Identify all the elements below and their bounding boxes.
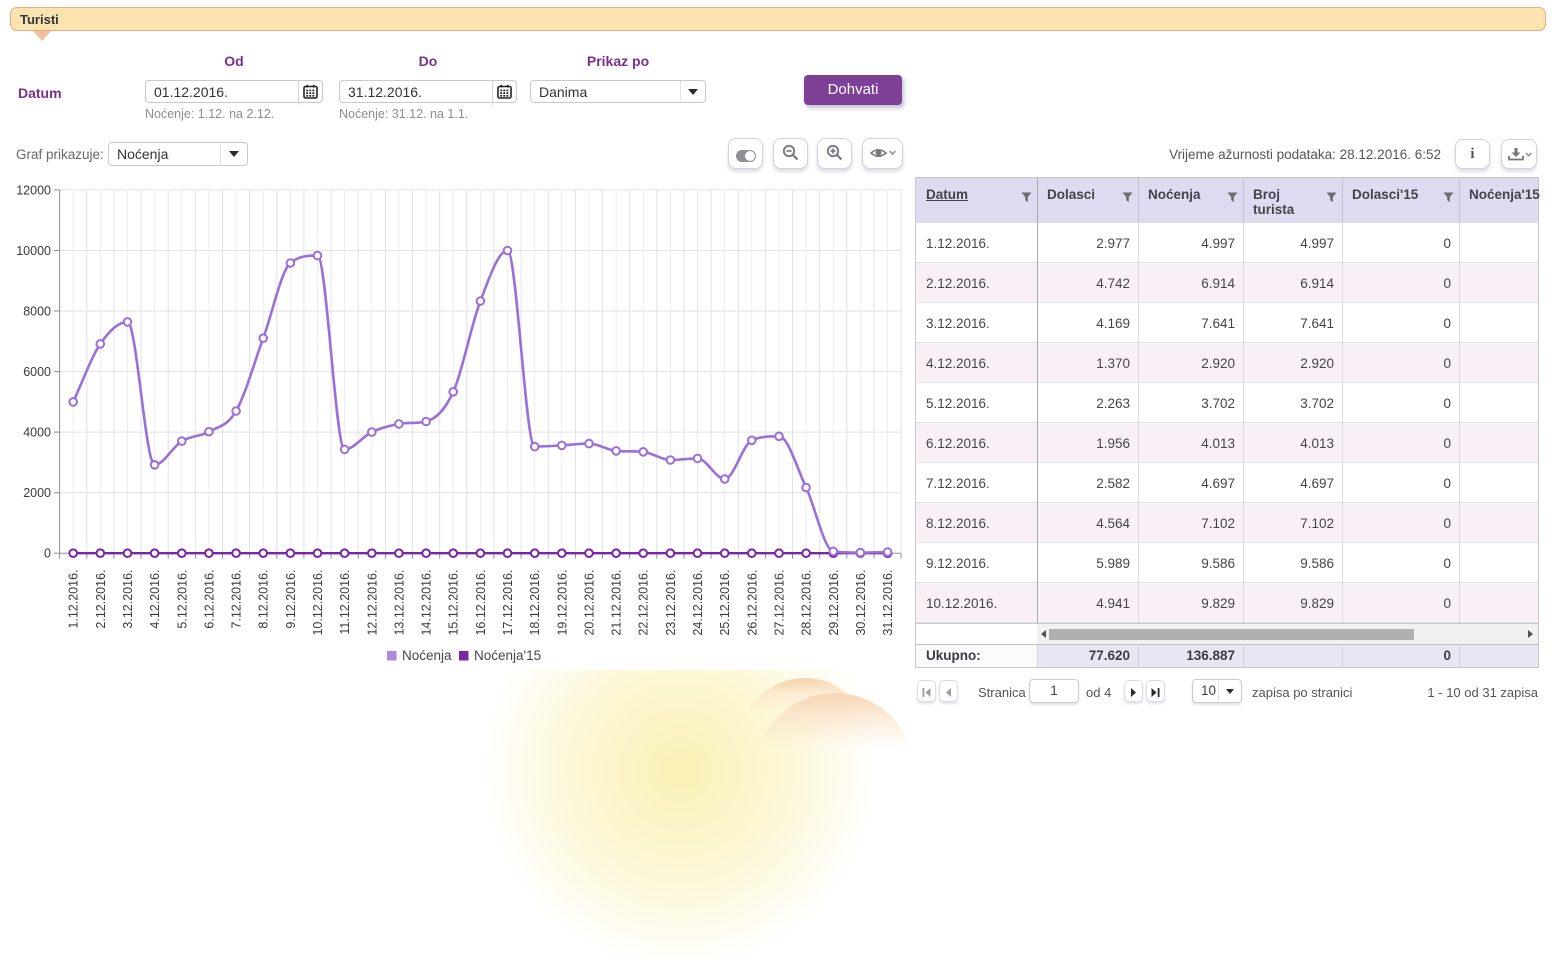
- svg-text:6.12.2016.: 6.12.2016.: [202, 570, 216, 629]
- svg-text:18.12.2016.: 18.12.2016.: [528, 570, 542, 636]
- svg-text:26.12.2016.: 26.12.2016.: [745, 570, 759, 636]
- svg-text:1.12.2016.: 1.12.2016.: [67, 570, 81, 629]
- svg-text:15.12.2016.: 15.12.2016.: [447, 570, 461, 636]
- svg-text:10.12.2016.: 10.12.2016.: [311, 570, 325, 636]
- svg-text:2000: 2000: [23, 486, 51, 500]
- svg-text:14.12.2016.: 14.12.2016.: [420, 570, 434, 636]
- svg-text:21.12.2016.: 21.12.2016.: [610, 570, 624, 636]
- svg-text:8000: 8000: [23, 305, 51, 319]
- svg-text:10000: 10000: [16, 244, 51, 258]
- svg-text:27.12.2016.: 27.12.2016.: [773, 570, 787, 636]
- svg-text:11.12.2016.: 11.12.2016.: [338, 570, 352, 635]
- svg-text:12.12.2016.: 12.12.2016.: [365, 570, 379, 636]
- svg-text:20.12.2016.: 20.12.2016.: [583, 570, 597, 636]
- svg-text:16.12.2016.: 16.12.2016.: [474, 570, 488, 636]
- svg-text:2.12.2016.: 2.12.2016.: [94, 570, 108, 629]
- svg-text:22.12.2016.: 22.12.2016.: [637, 570, 651, 636]
- svg-text:25.12.2016.: 25.12.2016.: [718, 570, 732, 636]
- svg-text:28.12.2016.: 28.12.2016.: [800, 570, 814, 636]
- svg-text:19.12.2016.: 19.12.2016.: [555, 570, 569, 636]
- svg-text:Noćenja'15: Noćenja'15: [474, 648, 541, 663]
- svg-text:12000: 12000: [16, 183, 51, 197]
- svg-text:17.12.2016.: 17.12.2016.: [501, 570, 515, 636]
- svg-text:8.12.2016.: 8.12.2016.: [257, 570, 271, 629]
- svg-text:13.12.2016.: 13.12.2016.: [392, 570, 406, 636]
- svg-text:7.12.2016.: 7.12.2016.: [230, 570, 244, 629]
- svg-text:24.12.2016.: 24.12.2016.: [691, 570, 705, 636]
- svg-text:5.12.2016.: 5.12.2016.: [175, 570, 189, 629]
- svg-text:31.12.2016.: 31.12.2016.: [881, 570, 895, 636]
- svg-text:9.12.2016.: 9.12.2016.: [284, 570, 298, 629]
- svg-text:4.12.2016.: 4.12.2016.: [148, 570, 162, 629]
- svg-text:30.12.2016.: 30.12.2016.: [854, 570, 868, 636]
- svg-text:0: 0: [44, 547, 51, 561]
- svg-text:29.12.2016.: 29.12.2016.: [827, 570, 841, 636]
- svg-text:3.12.2016.: 3.12.2016.: [121, 570, 135, 629]
- svg-text:4000: 4000: [23, 426, 51, 440]
- svg-text:6000: 6000: [23, 365, 51, 379]
- svg-text:23.12.2016.: 23.12.2016.: [664, 570, 678, 636]
- svg-text:Noćenja: Noćenja: [402, 648, 452, 663]
